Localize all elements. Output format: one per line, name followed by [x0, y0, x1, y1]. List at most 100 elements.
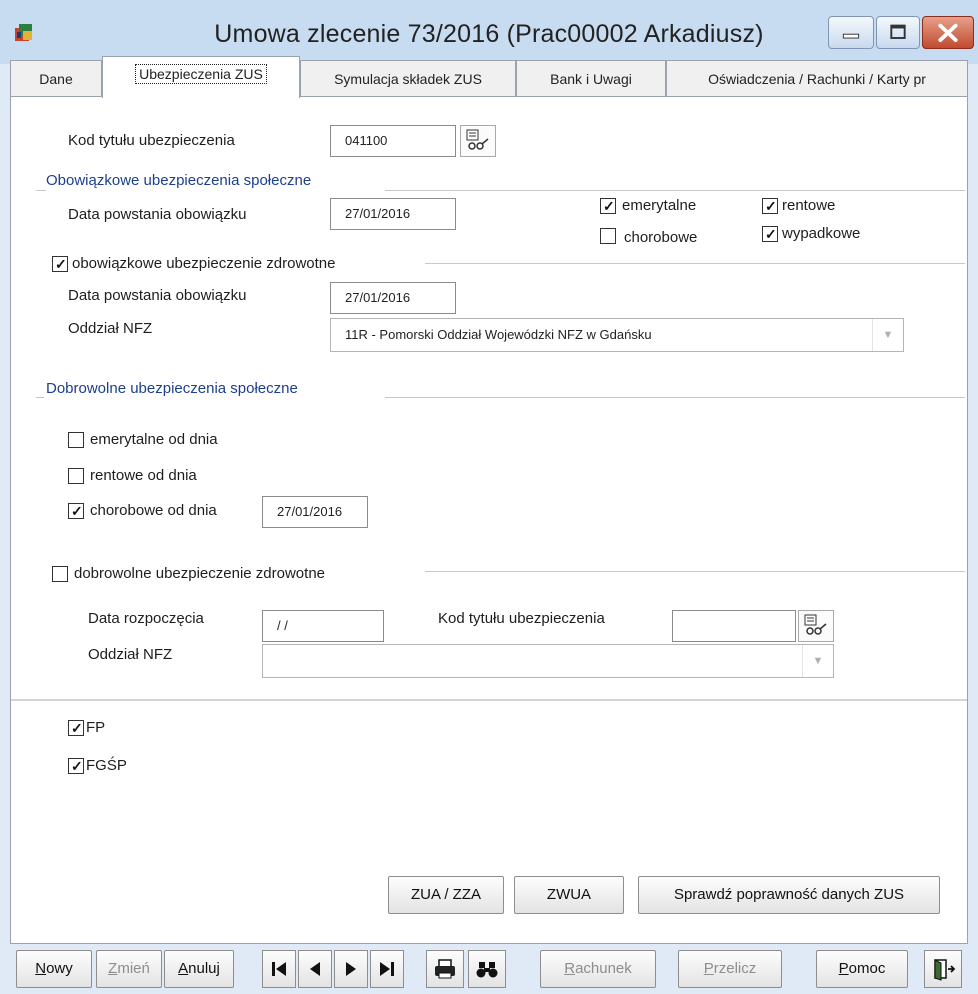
- rentowe-label: rentowe: [782, 197, 836, 214]
- kod-tytulu-label: Kod tytułu ubezpieczenia: [68, 132, 235, 149]
- dobrowolne-spoleczne-heading: Dobrowolne ubezpieczenia społeczne: [46, 380, 304, 397]
- chevron-down-icon[interactable]: ▼: [872, 319, 903, 351]
- rentowe-od-dnia-label: rentowe od dnia: [90, 467, 197, 484]
- chorobowe-od-dnia-field[interactable]: 27/01/2016: [262, 496, 368, 528]
- tab-panel: [10, 96, 968, 944]
- tab-ubezpieczenia-zus-label: Ubezpieczenia ZUS: [135, 64, 267, 84]
- anuluj-button[interactable]: Anuluj: [164, 950, 234, 988]
- first-record-icon: [272, 962, 286, 976]
- zua-zza-button[interactable]: ZUA / ZZA: [388, 876, 504, 914]
- tab-bank-uwagi[interactable]: Bank i Uwagi: [516, 60, 666, 96]
- close-button[interactable]: [922, 16, 974, 49]
- rentowe-checkbox[interactable]: ✓: [762, 198, 778, 214]
- data-powstania-zdrowotne-label: Data powstania obowiązku: [68, 287, 247, 304]
- zmien-button[interactable]: Zmień: [96, 950, 162, 988]
- fp-label: FP: [86, 719, 106, 736]
- kod-tytulu-dobrowolne-field[interactable]: [672, 610, 796, 642]
- kod-tytulu-field[interactable]: 041100: [330, 125, 456, 157]
- find-button[interactable]: [468, 950, 506, 988]
- check-icon: ✓: [765, 198, 777, 214]
- lookup-icon: [466, 129, 489, 150]
- find-icon: [476, 962, 498, 978]
- rachunek-button[interactable]: Rachunek: [540, 950, 656, 988]
- wypadkowe-checkbox[interactable]: ✓: [762, 226, 778, 242]
- obowiazkowe-spoleczne-heading: Obowiązkowe ubezpieczenia społeczne: [46, 172, 318, 189]
- separator: [425, 571, 965, 572]
- data-rozpoczecia-label: Data rozpoczęcia: [88, 610, 204, 627]
- last-record-icon: [380, 962, 394, 976]
- data-powstania-label: Data powstania obowiązku: [68, 206, 247, 223]
- data-rozpoczecia-field[interactable]: / /: [262, 610, 384, 642]
- tab-symulacja[interactable]: Symulacja składek ZUS: [300, 60, 516, 96]
- maximize-icon: [890, 24, 906, 39]
- lookup-icon: [804, 614, 827, 635]
- chorobowe-od-dnia-checkbox[interactable]: ✓: [68, 503, 84, 519]
- chorobowe-od-dnia-label: chorobowe od dnia: [90, 502, 217, 519]
- separator: [425, 263, 965, 264]
- oddzial-nfz-dobrowolne-label: Oddział NFZ: [88, 646, 173, 663]
- oddzial-nfz-value: 11R - Pomorski Oddział Wojewódzki NFZ w …: [345, 327, 652, 342]
- exit-icon: [934, 959, 956, 981]
- tab-ubezpieczenia-zus[interactable]: Ubezpieczenia ZUS: [102, 56, 300, 98]
- check-icon: ✓: [71, 758, 83, 774]
- minimize-button[interactable]: [828, 16, 874, 49]
- separator: [385, 397, 965, 398]
- kod-tytulu-dobrowolne-lookup-button[interactable]: [798, 610, 834, 642]
- oddzial-nfz-select[interactable]: 11R - Pomorski Oddział Wojewódzki NFZ w …: [330, 318, 904, 352]
- next-record-button[interactable]: [334, 950, 368, 988]
- chorobowe-checkbox[interactable]: [600, 228, 616, 244]
- nowy-button[interactable]: Nowy: [16, 950, 92, 988]
- tab-bank-uwagi-label: Bank i Uwagi: [550, 71, 632, 87]
- oddzial-nfz-dobrowolne-select[interactable]: ▼: [262, 644, 834, 678]
- dobrowolne-zdrowotne-checkbox[interactable]: [52, 566, 68, 582]
- oddzial-nfz-label: Oddział NFZ: [68, 320, 153, 337]
- tab-dane[interactable]: Dane: [10, 60, 102, 96]
- check-icon: ✓: [55, 256, 67, 272]
- close-icon: [938, 23, 958, 42]
- fgsp-checkbox[interactable]: ✓: [68, 758, 84, 774]
- pomoc-button[interactable]: Pomoc: [816, 950, 908, 988]
- emerytalne-od-dnia-checkbox[interactable]: [68, 432, 84, 448]
- check-icon: ✓: [71, 720, 83, 736]
- emerytalne-label: emerytalne: [622, 197, 697, 214]
- przelicz-button[interactable]: Przelicz: [678, 950, 782, 988]
- kod-tytulu-lookup-button[interactable]: [460, 125, 496, 157]
- last-record-button[interactable]: [370, 950, 404, 988]
- data-powstania-field[interactable]: 27/01/2016: [330, 198, 456, 230]
- obowiazkowe-zdrowotne-label: obowiązkowe ubezpieczenie zdrowotne: [72, 255, 336, 272]
- print-icon: [435, 959, 455, 979]
- zwua-button[interactable]: ZWUA: [514, 876, 624, 914]
- check-icon: ✓: [71, 503, 83, 519]
- print-button[interactable]: [426, 950, 464, 988]
- tab-symulacja-label: Symulacja składek ZUS: [334, 71, 482, 87]
- kod-tytulu-dobrowolne-label: Kod tytułu ubezpieczenia: [438, 610, 605, 627]
- tab-oswiadczenia[interactable]: Oświadczenia / Rachunki / Karty pr: [666, 60, 968, 96]
- prev-record-icon: [310, 962, 320, 976]
- emerytalne-checkbox[interactable]: ✓: [600, 198, 616, 214]
- data-powstania-zdrowotne-field[interactable]: 27/01/2016: [330, 282, 456, 314]
- check-icon: ✓: [765, 226, 777, 242]
- check-icon: ✓: [603, 198, 615, 214]
- obowiazkowe-zdrowotne-checkbox[interactable]: ✓: [52, 256, 68, 272]
- minimize-icon: [842, 33, 860, 39]
- tab-dane-label: Dane: [39, 71, 73, 87]
- separator: [11, 699, 967, 702]
- dobrowolne-zdrowotne-label: dobrowolne ubezpieczenie zdrowotne: [74, 565, 326, 582]
- first-record-button[interactable]: [262, 950, 296, 988]
- fgsp-label: FGŚP: [86, 757, 127, 774]
- chorobowe-label: chorobowe: [624, 229, 698, 246]
- separator: [36, 190, 46, 191]
- separator: [36, 397, 44, 398]
- emerytalne-od-dnia-label: emerytalne od dnia: [90, 431, 218, 448]
- rentowe-od-dnia-checkbox[interactable]: [68, 468, 84, 484]
- wypadkowe-label: wypadkowe: [782, 225, 861, 242]
- chevron-down-icon[interactable]: ▼: [802, 645, 833, 677]
- fp-checkbox[interactable]: ✓: [68, 720, 84, 736]
- tab-oswiadczenia-label: Oświadczenia / Rachunki / Karty pr: [708, 71, 926, 87]
- sprawdz-poprawnosc-button[interactable]: Sprawdź poprawność danych ZUS: [638, 876, 940, 914]
- exit-button[interactable]: [924, 950, 962, 988]
- separator: [385, 190, 965, 191]
- maximize-button[interactable]: [876, 16, 920, 49]
- next-record-icon: [346, 962, 356, 976]
- prev-record-button[interactable]: [298, 950, 332, 988]
